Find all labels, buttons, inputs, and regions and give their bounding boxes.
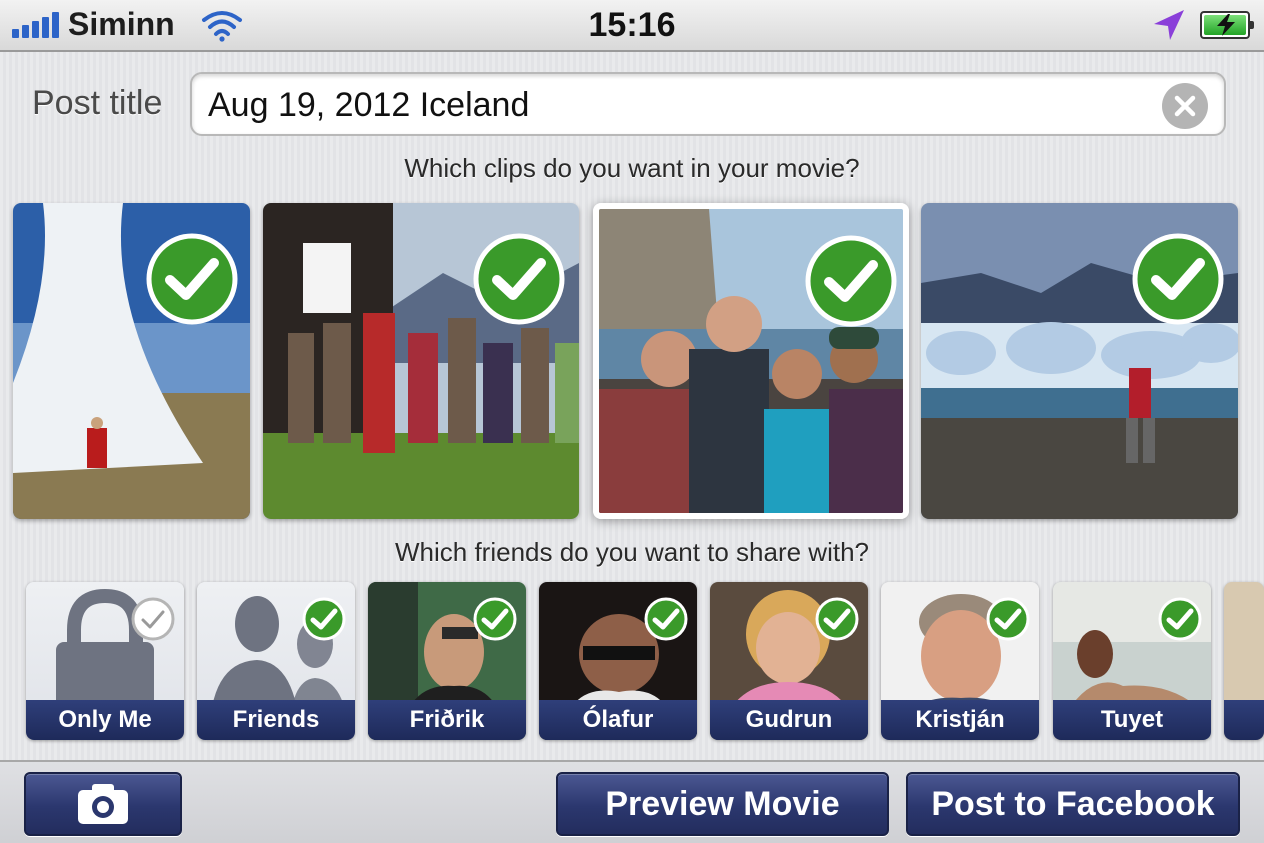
status-bar: Siminn 15:16	[0, 0, 1264, 52]
check-icon	[1132, 233, 1224, 325]
friend-kristjan[interactable]: Kristján	[881, 582, 1039, 740]
post-to-facebook-button[interactable]: Post to Facebook	[906, 772, 1240, 836]
friend-name: Friðrik	[368, 700, 526, 740]
check-icon	[986, 597, 1030, 641]
clip-friends-beach[interactable]	[593, 203, 909, 519]
friend-name: Tuyet	[1053, 700, 1211, 740]
friend-fridrik[interactable]: Friðrik	[368, 582, 526, 740]
check-icon	[644, 597, 688, 641]
preview-movie-button[interactable]: Preview Movie	[556, 772, 889, 836]
friend-olafur[interactable]: Ólafur	[539, 582, 697, 740]
unchecked-circle-icon	[131, 597, 175, 641]
location-arrow-icon	[1154, 10, 1184, 40]
clear-title-button[interactable]	[1162, 83, 1208, 129]
check-icon	[302, 597, 346, 641]
status-time: 15:16	[588, 6, 676, 44]
friend-name: Friends	[197, 700, 355, 740]
clip-glacier-lagoon[interactable]	[921, 203, 1238, 519]
friend-friends[interactable]: Friends	[197, 582, 355, 740]
friend-partial[interactable]	[1224, 582, 1264, 740]
friend-tuyet[interactable]: Tuyet	[1053, 582, 1211, 740]
check-icon	[815, 597, 859, 641]
post-title-label: Post title	[32, 84, 163, 122]
battery-charging-icon	[1200, 11, 1254, 39]
friend-name: Ólafur	[539, 700, 697, 740]
clear-x-icon	[1174, 95, 1196, 117]
friend-only-me[interactable]: Only Me	[26, 582, 184, 740]
clip-group-house[interactable]	[263, 203, 579, 519]
check-icon	[473, 597, 517, 641]
post-title-field[interactable]	[190, 72, 1226, 136]
check-icon	[1158, 597, 1202, 641]
friend-name: Only Me	[26, 700, 184, 740]
clip-geyser[interactable]	[13, 203, 250, 519]
check-icon	[473, 233, 565, 325]
clips-prompt: Which clips do you want in your movie?	[404, 153, 860, 183]
friend-name: Kristján	[881, 700, 1039, 740]
check-icon	[805, 235, 897, 327]
friend-name: Gudrun	[710, 700, 868, 740]
camera-icon	[78, 784, 128, 824]
camera-button[interactable]	[24, 772, 182, 836]
friend-gudrun[interactable]: Gudrun	[710, 582, 868, 740]
post-title-input[interactable]	[208, 82, 1138, 128]
check-icon	[146, 233, 238, 325]
friends-prompt: Which friends do you want to share with?	[394, 537, 870, 567]
